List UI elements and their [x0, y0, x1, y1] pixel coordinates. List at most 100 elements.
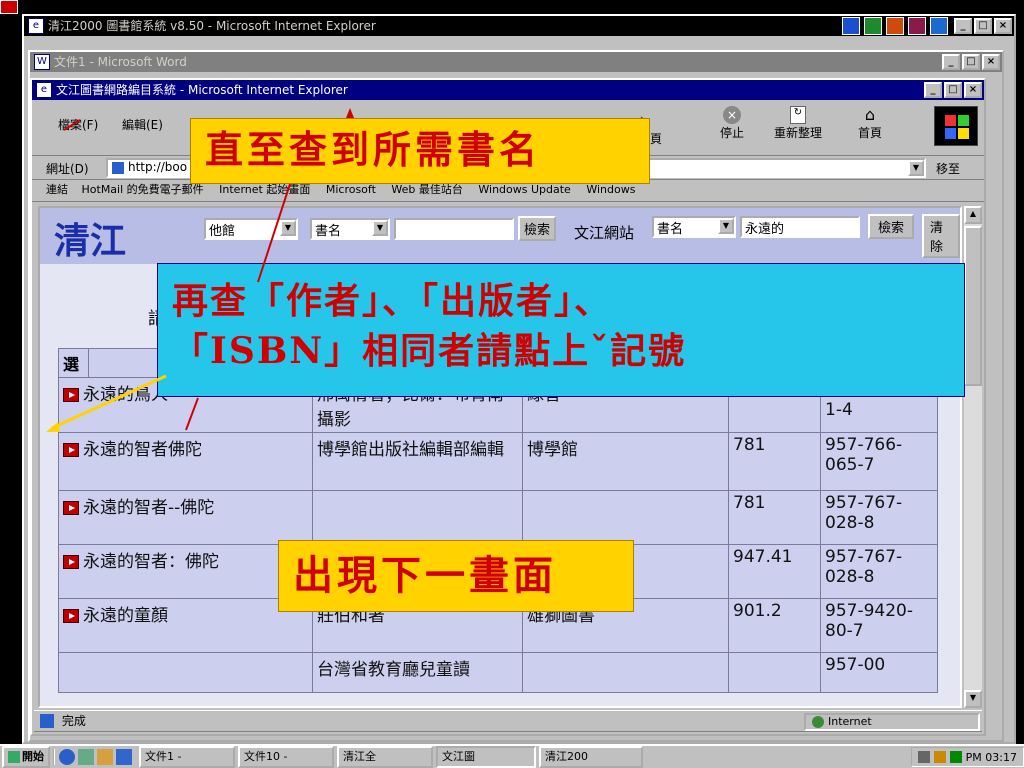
- tray-volume-icon[interactable]: [933, 751, 946, 763]
- outlook-launch-icon[interactable]: [97, 749, 113, 765]
- link-hotmail[interactable]: HotMail 的免費電子郵件: [82, 183, 204, 196]
- select-bullet-icon[interactable]: [63, 501, 79, 515]
- publisher-cell: [522, 652, 729, 693]
- keyword-input[interactable]: [394, 218, 514, 240]
- excel-shortcut-icon[interactable]: [864, 17, 882, 35]
- site-label: 文江網站: [574, 224, 635, 242]
- link-microsoft[interactable]: Microsoft: [326, 183, 376, 196]
- minimize-button[interactable]: _: [924, 82, 942, 98]
- title-cell[interactable]: 永遠的智者：佛陀: [58, 544, 313, 599]
- windows-logo-icon: [934, 106, 978, 146]
- scroll-up-button[interactable]: ▲: [964, 206, 982, 224]
- close-button[interactable]: ×: [982, 54, 1000, 70]
- close-button[interactable]: ×: [964, 82, 982, 98]
- task-wenjiang[interactable]: 文江圖: [436, 746, 536, 768]
- select-bullet-icon[interactable]: [63, 609, 79, 623]
- globe-icon: [812, 716, 824, 728]
- link-windows-update[interactable]: Windows Update: [478, 183, 570, 196]
- refresh-button[interactable]: ↻ 重新整理: [768, 106, 828, 141]
- toolbar-page-label: 頁: [650, 132, 663, 146]
- author-cell: 台灣省教育廳兒童讀: [312, 652, 523, 693]
- title-cell[interactable]: [58, 652, 313, 693]
- stop-button[interactable]: × 停止: [712, 106, 752, 141]
- maximize-button[interactable]: □: [962, 54, 980, 70]
- address-label: 網址(D): [46, 162, 89, 176]
- outer-ie-title: 清江2000 圖書館系統 v8.50 - Microsoft Internet …: [48, 19, 376, 33]
- taskbar: 開始 文件1 - 文件10 - 清江全 文江圖 清江200 PM 03:17: [0, 744, 1024, 768]
- close-button[interactable]: ×: [994, 18, 1012, 34]
- maximize-button[interactable]: □: [974, 18, 992, 34]
- callout-check-line2: 「ISBN」相同者請點上ˇ記號: [172, 330, 687, 372]
- tray-network-icon[interactable]: [917, 751, 930, 763]
- outer-ie-titlebar[interactable]: e 清江2000 圖書館系統 v8.50 - Microsoft Interne…: [24, 16, 1014, 36]
- status-icon: [40, 714, 54, 728]
- channel-launch-icon[interactable]: [116, 749, 132, 765]
- isbn-cell: 957-767-028-8: [820, 490, 938, 545]
- outlook-shortcut-icon[interactable]: [930, 17, 948, 35]
- tray-input-icon[interactable]: [949, 751, 962, 763]
- field-select-2[interactable]: 書名 ▼: [652, 216, 736, 238]
- class-cell: 781: [728, 490, 821, 545]
- inner-ie-titlebar[interactable]: e 文江圖書網路編目系統 - Microsoft Internet Explor…: [32, 80, 984, 100]
- access-shortcut-icon[interactable]: [908, 17, 926, 35]
- scroll-thumb[interactable]: [964, 226, 982, 386]
- class-cell: 947.41: [728, 544, 821, 599]
- task-word-10[interactable]: 文件10 -: [238, 746, 334, 768]
- search-header: 清江 他館 ▼ 書名 ▼ 檢索 文江網站 書名 ▼ 永遠的 檢索 清除: [40, 208, 960, 264]
- link-internet-start[interactable]: Internet 起始畫面: [219, 183, 310, 196]
- minimize-button[interactable]: _: [954, 18, 972, 34]
- maximize-button[interactable]: □: [944, 82, 962, 98]
- menu-file[interactable]: 檔案(F): [58, 116, 98, 133]
- isbn-cell: 957-9420-80-7: [820, 598, 938, 653]
- author-cell: 博學館出版社編輯部編輯: [312, 432, 523, 491]
- home-button[interactable]: ⌂ 首頁: [850, 106, 890, 141]
- field-select[interactable]: 書名 ▼: [310, 218, 390, 240]
- publisher-cell: 博學館: [522, 432, 729, 491]
- search-button-2[interactable]: 檢索: [868, 214, 915, 239]
- desktop-launch-icon[interactable]: [78, 749, 94, 765]
- inner-ie-controls: _ □ ×: [924, 82, 982, 98]
- select-bullet-icon[interactable]: [63, 443, 79, 457]
- keyword-input-2[interactable]: 永遠的: [740, 216, 860, 238]
- callout-check-details: 再查「作者」、「出版者」、 「ISBN」相同者請點上ˇ記號: [157, 263, 965, 397]
- callout-next-screen: 出現下一畫面: [278, 540, 634, 612]
- title-cell[interactable]: 永遠的智者--佛陀: [58, 490, 313, 545]
- page-icon: [112, 161, 124, 174]
- class-cell: 901.2: [728, 598, 821, 653]
- title-cell[interactable]: 永遠的童顏: [58, 598, 313, 653]
- powerpoint-shortcut-icon[interactable]: [886, 17, 904, 35]
- menu-edit[interactable]: 編輯(E): [122, 116, 163, 133]
- vertical-scrollbar[interactable]: ▲ ▼: [964, 206, 982, 708]
- task-qingjiang-2000[interactable]: 清江200: [539, 746, 643, 768]
- links-label: 連結: [46, 183, 68, 196]
- address-value: http://boo: [128, 160, 188, 174]
- word-titlebar[interactable]: W 文件1 - Microsoft Word _ □ ×: [30, 52, 1002, 72]
- go-button[interactable]: 移至: [936, 160, 960, 177]
- windows-flag-icon: [8, 751, 20, 763]
- task-qingjiang-all[interactable]: 清江全: [337, 746, 433, 768]
- address-dropdown-button[interactable]: ▼: [908, 160, 924, 176]
- select-bullet-icon[interactable]: [63, 555, 79, 569]
- clear-button[interactable]: 清除: [922, 214, 960, 258]
- word-shortcut-icon[interactable]: [842, 17, 860, 35]
- refresh-label: 重新整理: [773, 126, 822, 140]
- library-select[interactable]: 他館 ▼: [204, 218, 298, 240]
- minimize-button[interactable]: _: [942, 54, 960, 70]
- stop-icon: ×: [723, 106, 741, 124]
- start-button[interactable]: 開始: [2, 746, 50, 768]
- select-bullet-icon[interactable]: [63, 388, 79, 402]
- search-button-1[interactable]: 檢索: [518, 216, 557, 241]
- title-cell[interactable]: 永遠的智者佛陀: [58, 432, 313, 491]
- task-word-1[interactable]: 文件1 -: [139, 746, 235, 768]
- class-cell: [728, 652, 821, 693]
- publisher-cell: [522, 490, 729, 545]
- table-row: 永遠的智者佛陀 博學館出版社編輯部編輯 博學館 781 957-766-065-…: [58, 432, 938, 491]
- link-web-best[interactable]: Web 最佳站台: [391, 183, 462, 196]
- stop-label: 停止: [719, 126, 744, 140]
- link-windows[interactable]: Windows: [586, 183, 635, 196]
- table-row: 台灣省教育廳兒童讀 957-00: [58, 652, 938, 693]
- outer-ie-controls: _ □ ×: [954, 18, 1012, 34]
- scroll-down-button[interactable]: ▼: [964, 690, 982, 708]
- office-shortcut-icons: [842, 17, 948, 35]
- ie-launch-icon[interactable]: [59, 749, 75, 765]
